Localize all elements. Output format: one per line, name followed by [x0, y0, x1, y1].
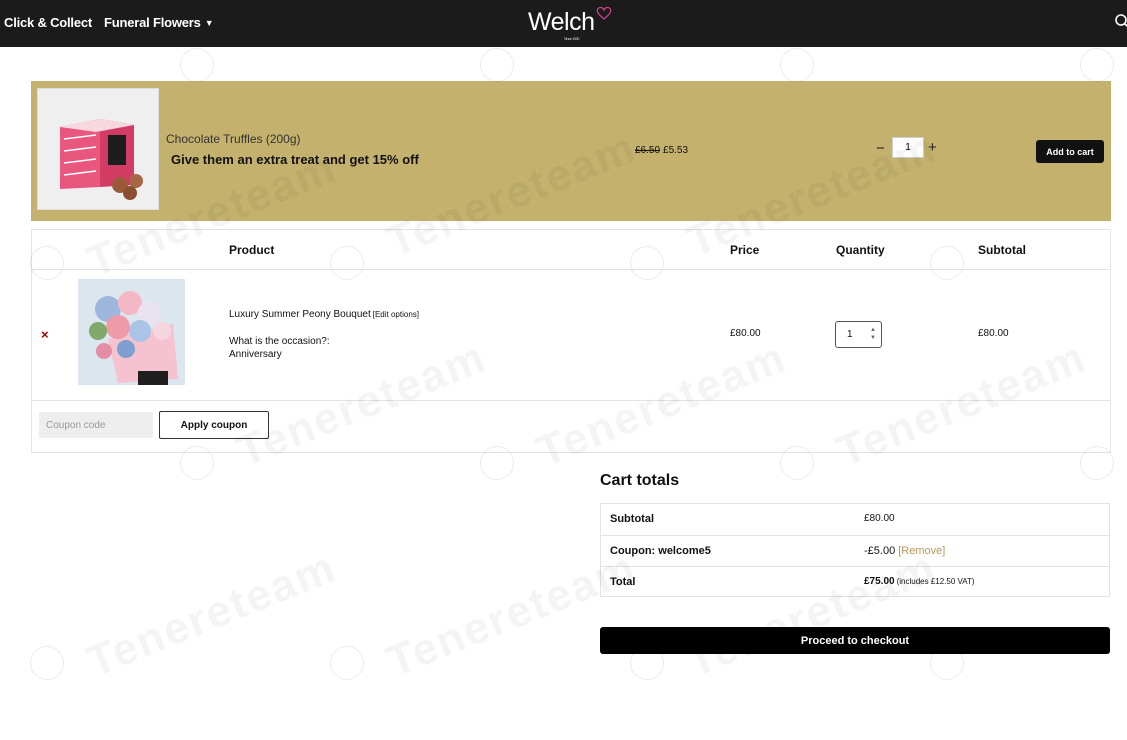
watermark-seal-icon: [330, 646, 364, 680]
total-amount: £75.00: [864, 576, 895, 587]
header-subtotal: Subtotal: [978, 243, 1026, 257]
site-header: Click & Collect Funeral Flowers ▼ Welch S…: [0, 0, 1127, 47]
upsell-old-price: £6.50: [635, 145, 661, 156]
remove-item-icon[interactable]: ×: [41, 327, 49, 342]
add-to-cart-button[interactable]: Add to cart: [1036, 140, 1104, 163]
spinner-arrows-icon[interactable]: ▲ ▼: [870, 326, 876, 342]
nav-click-collect-label: Click & Collect: [4, 15, 93, 30]
upsell-qty-decrease-button[interactable]: −: [876, 140, 885, 157]
nav-funeral-flowers-label: Funeral Flowers: [104, 15, 201, 30]
subtotal-value: £80.00: [864, 513, 895, 524]
cart-totals-title: Cart totals: [600, 472, 680, 489]
proceed-to-checkout-button[interactable]: Proceed to checkout: [600, 627, 1110, 654]
quantity-stepper[interactable]: 1 ▲ ▼: [835, 321, 882, 348]
upsell-promo-text: Give them an extra treat and get 15% off: [171, 152, 419, 167]
edit-options-link[interactable]: [Edit options]: [373, 310, 419, 319]
upsell-price: £6.50 £5.53: [635, 145, 688, 156]
divider: [32, 400, 1110, 401]
occasion-value: Anniversary: [229, 349, 282, 360]
logo-text: Welch: [528, 8, 595, 36]
occasion-label: What is the occasion?:: [229, 336, 330, 347]
header-quantity: Quantity: [836, 243, 885, 257]
divider: [32, 269, 1110, 270]
search-icon[interactable]: [1114, 13, 1127, 29]
header-price: Price: [730, 243, 760, 257]
watermark-seal-icon: [780, 48, 814, 82]
total-value: £75.00 (includes £12.50 VAT): [864, 576, 975, 587]
upsell-banner: Chocolate Truffles (200g) Give them an e…: [31, 81, 1111, 221]
product-name: Luxury Summer Peony Bouquet [Edit options…: [229, 309, 419, 320]
product-subtotal: £80.00: [978, 328, 1009, 339]
heart-icon: [596, 6, 612, 20]
coupon-code-input[interactable]: [39, 412, 153, 438]
bouquet-illustration: [78, 279, 185, 385]
quantity-value: 1: [847, 329, 853, 340]
remove-coupon-link[interactable]: [Remove]: [898, 545, 945, 557]
coupon-discount: -£5.00: [864, 545, 896, 557]
watermark-seal-icon: [1080, 48, 1114, 82]
truffles-image[interactable]: [37, 88, 159, 210]
nav-funeral-flowers[interactable]: Funeral Flowers ▼: [104, 15, 214, 30]
caret-down-icon: ▼: [204, 18, 214, 28]
product-name-link[interactable]: Luxury Summer Peony Bouquet: [229, 309, 371, 320]
site-logo[interactable]: Welch Since 1930: [528, 6, 612, 41]
vat-note: (includes £12.50 VAT): [896, 577, 975, 586]
coupon-value: -£5.00 [Remove]: [864, 545, 945, 557]
watermark-seal-icon: [180, 48, 214, 82]
cart-table: Product Price Quantity Subtotal × Luxury…: [31, 229, 1111, 453]
upsell-qty-increase-button[interactable]: +: [928, 139, 937, 156]
product-price: £80.00: [730, 328, 761, 339]
header-product: Product: [229, 243, 275, 257]
watermark-seal-icon: [480, 48, 514, 82]
coupon-label: Coupon: welcome5: [610, 545, 711, 557]
upsell-qty-input[interactable]: [892, 137, 924, 158]
bouquet-image[interactable]: [78, 279, 185, 385]
logo-tagline: Since 1930: [564, 36, 580, 41]
watermark: Tenereteam: [80, 542, 343, 687]
upsell-new-price: £5.53: [663, 145, 689, 156]
truffles-box-illustration: [38, 89, 158, 209]
total-label: Total: [610, 576, 636, 588]
total-row: Total £75.00 (includes £12.50 VAT): [601, 566, 1109, 597]
apply-coupon-button[interactable]: Apply coupon: [159, 411, 269, 439]
nav-click-collect[interactable]: Click & Collect: [4, 15, 92, 30]
upsell-product-name[interactable]: Chocolate Truffles (200g): [166, 132, 301, 146]
coupon-row: Coupon: welcome5 -£5.00 [Remove]: [601, 535, 1109, 566]
cart-totals-table: Subtotal £80.00 Coupon: welcome5 -£5.00[…: [600, 503, 1110, 597]
watermark-seal-icon: [30, 646, 64, 680]
subtotal-row: Subtotal £80.00: [601, 504, 1109, 535]
subtotal-label: Subtotal: [610, 513, 654, 525]
